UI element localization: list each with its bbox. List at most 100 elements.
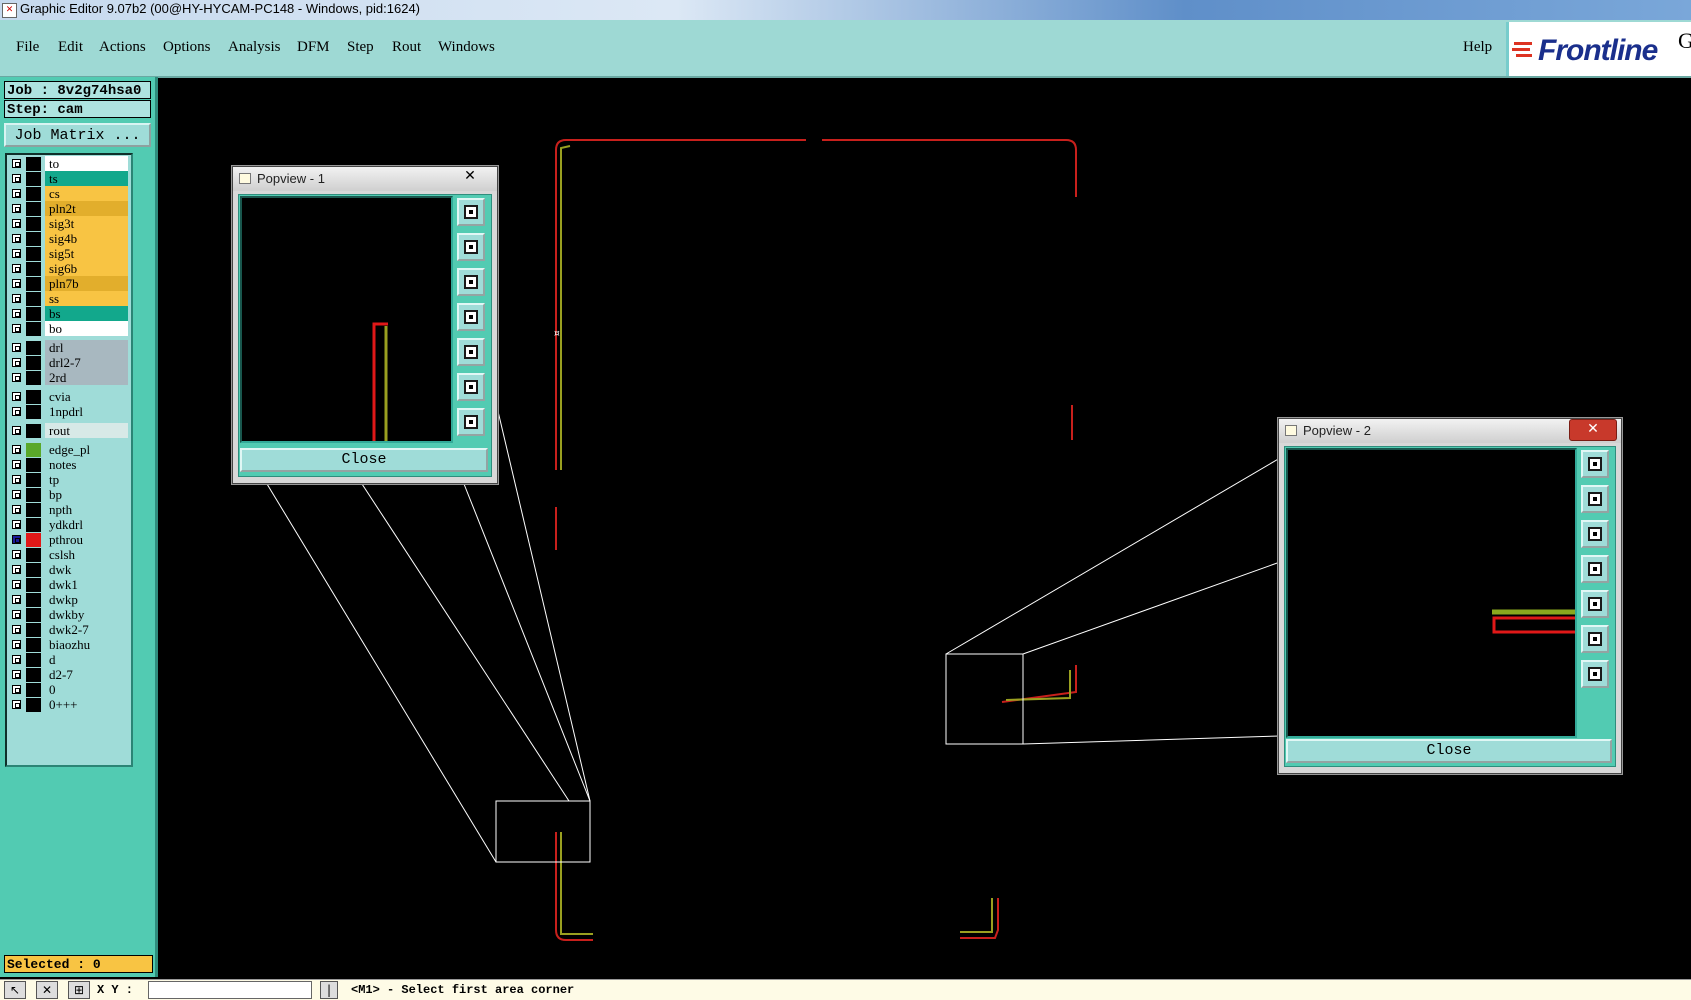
layer-affected-checkbox[interactable]: [12, 640, 21, 649]
layer-display-swatch[interactable]: [26, 341, 41, 355]
layer-name[interactable]: 1npdrl: [45, 404, 128, 419]
zoom-out-button[interactable]: [1581, 625, 1609, 653]
zoom-fit-button[interactable]: [1581, 450, 1609, 478]
layer-display-swatch[interactable]: [26, 578, 41, 592]
layer-display-swatch[interactable]: [26, 698, 41, 712]
layer-display-swatch[interactable]: [26, 424, 41, 438]
layer-row-dwkp[interactable]: dwkp: [8, 592, 128, 607]
layer-display-swatch[interactable]: [26, 157, 41, 171]
menu-dfm[interactable]: DFM: [297, 39, 330, 56]
layer-affected-checkbox[interactable]: [12, 174, 21, 183]
layer-display-swatch[interactable]: [26, 356, 41, 370]
layer-display-swatch[interactable]: [26, 390, 41, 404]
menu-analysis[interactable]: Analysis: [228, 39, 281, 56]
layer-display-swatch[interactable]: [26, 458, 41, 472]
zoom-fit-button[interactable]: [457, 198, 485, 226]
layer-name[interactable]: edge_pl: [45, 442, 128, 457]
layer-name[interactable]: cs: [45, 186, 128, 201]
layer-affected-checkbox[interactable]: [12, 460, 21, 469]
layer-display-swatch[interactable]: [26, 217, 41, 231]
layer-affected-checkbox[interactable]: [12, 505, 21, 514]
layer-display-swatch[interactable]: [26, 503, 41, 517]
popview-2-screen[interactable]: [1286, 448, 1578, 738]
layer-affected-checkbox[interactable]: [12, 249, 21, 258]
layer-name[interactable]: cslsh: [45, 547, 128, 562]
select-mode-icon[interactable]: ↖: [4, 981, 26, 999]
layer-row-bs[interactable]: bs: [8, 306, 128, 321]
layer-display-swatch[interactable]: [26, 473, 41, 487]
layer-row-notes[interactable]: notes: [8, 457, 128, 472]
zoom-in-button[interactable]: [457, 408, 485, 436]
layer-display-swatch[interactable]: [26, 262, 41, 276]
popview-2-close-button[interactable]: Close: [1286, 739, 1612, 763]
layer-affected-checkbox[interactable]: [12, 685, 21, 694]
layer-display-swatch[interactable]: [26, 307, 41, 321]
layer-name[interactable]: dwkby: [45, 607, 128, 622]
layer-affected-checkbox[interactable]: [12, 655, 21, 664]
layer-row-pthrou[interactable]: pthrou: [8, 532, 128, 547]
menu-file[interactable]: File: [16, 39, 39, 56]
grid-mode-icon[interactable]: ⊞: [68, 981, 90, 999]
xy-input[interactable]: [148, 981, 312, 999]
layer-display-swatch[interactable]: [26, 247, 41, 261]
layer-affected-checkbox[interactable]: [12, 279, 21, 288]
pan-down-button[interactable]: [457, 268, 485, 296]
layer-row-pln2t[interactable]: pln2t: [8, 201, 128, 216]
layer-name[interactable]: ss: [45, 291, 128, 306]
divider-handle[interactable]: |: [320, 981, 338, 999]
layer-display-swatch[interactable]: [26, 518, 41, 532]
layer-row-cs[interactable]: cs: [8, 186, 128, 201]
layer-row-edge_pl[interactable]: edge_pl: [8, 442, 128, 457]
layer-affected-checkbox[interactable]: [12, 426, 21, 435]
layer-affected-checkbox[interactable]: [12, 670, 21, 679]
layer-display-swatch[interactable]: [26, 232, 41, 246]
layer-name[interactable]: pln7b: [45, 276, 128, 291]
layer-display-swatch[interactable]: [26, 405, 41, 419]
layer-affected-checkbox[interactable]: [12, 309, 21, 318]
layer-name[interactable]: tp: [45, 472, 128, 487]
layer-affected-checkbox[interactable]: [12, 343, 21, 352]
layer-name[interactable]: ydkdrl: [45, 517, 128, 532]
layer-affected-checkbox[interactable]: [12, 565, 21, 574]
layer-row-sig6b[interactable]: sig6b: [8, 261, 128, 276]
job-matrix-button[interactable]: Job Matrix ...: [4, 123, 151, 147]
layer-name[interactable]: drl2-7: [45, 355, 128, 370]
layer-name[interactable]: bo: [45, 321, 128, 336]
layer-name[interactable]: d: [45, 652, 128, 667]
layer-name[interactable]: cvia: [45, 389, 128, 404]
layer-name[interactable]: sig6b: [45, 261, 128, 276]
layer-affected-checkbox[interactable]: [12, 234, 21, 243]
pan-left-button[interactable]: [457, 303, 485, 331]
layer-affected-checkbox[interactable]: [12, 324, 21, 333]
layer-name[interactable]: sig5t: [45, 246, 128, 261]
menu-options[interactable]: Options: [163, 39, 211, 56]
pan-up-button[interactable]: [457, 233, 485, 261]
layer-row-1npdrl[interactable]: 1npdrl: [8, 404, 128, 419]
layer-affected-checkbox[interactable]: [12, 159, 21, 168]
zoom-in-button[interactable]: [1581, 660, 1609, 688]
layer-name[interactable]: biaozhu: [45, 637, 128, 652]
layer-name[interactable]: 0: [45, 682, 128, 697]
layer-display-swatch[interactable]: [26, 593, 41, 607]
layer-display-swatch[interactable]: [26, 292, 41, 306]
layer-row-bo[interactable]: bo: [8, 321, 128, 336]
layer-affected-checkbox[interactable]: [12, 595, 21, 604]
layer-affected-checkbox[interactable]: [12, 358, 21, 367]
menu-help[interactable]: Help: [1463, 39, 1492, 56]
layer-row-cvia[interactable]: cvia: [8, 389, 128, 404]
layer-affected-checkbox[interactable]: [12, 535, 21, 544]
layer-row-ts[interactable]: ts: [8, 171, 128, 186]
layer-row-dwk2-7[interactable]: dwk2-7: [8, 622, 128, 637]
layer-row-dwkby[interactable]: dwkby: [8, 607, 128, 622]
layer-affected-checkbox[interactable]: [12, 580, 21, 589]
layer-affected-checkbox[interactable]: [12, 189, 21, 198]
pan-up-button[interactable]: [1581, 485, 1609, 513]
cross-mode-icon[interactable]: ✕: [36, 981, 58, 999]
layer-display-swatch[interactable]: [26, 683, 41, 697]
layer-name[interactable]: 0+++: [45, 697, 128, 712]
layer-display-swatch[interactable]: [26, 172, 41, 186]
layer-row-biaozhu[interactable]: biaozhu: [8, 637, 128, 652]
layer-affected-checkbox[interactable]: [12, 490, 21, 499]
layer-row-drl[interactable]: drl: [8, 340, 128, 355]
layer-affected-checkbox[interactable]: [12, 264, 21, 273]
